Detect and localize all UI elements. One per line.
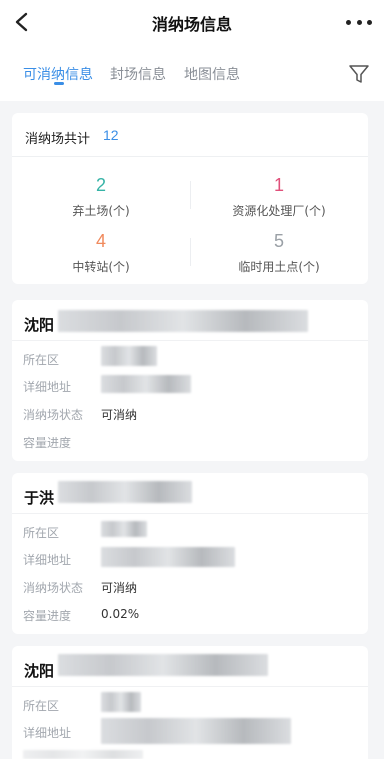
site-card[interactable]: 于洪 所在区 详细地址 消纳场状态 可消纳 容量进度 0.02% [12, 473, 368, 634]
card-divider [12, 513, 368, 514]
redacted-name [58, 481, 192, 503]
tab-map-info[interactable]: 地图信息 [184, 64, 240, 84]
field-label: 详细地址 [23, 553, 72, 567]
active-tab-indicator [54, 82, 64, 85]
field-label: 消纳场状态 [23, 581, 84, 595]
tab-bar: 可消纳信息 封场信息 地图信息 [0, 44, 384, 101]
stat-transfer-station[interactable]: 4 中转站(个) [12, 230, 190, 275]
summary-header: 消纳场共计 12 [12, 113, 368, 157]
redacted-value [101, 521, 147, 537]
stat-label: 中转站(个) [72, 260, 130, 274]
stat-recycling-plant[interactable]: 1 资源化处理厂(个) [190, 174, 368, 219]
page-title: 消纳场信息 [151, 15, 232, 34]
more-options-icon[interactable] [346, 10, 372, 34]
tab-closed-info[interactable]: 封场信息 [110, 64, 166, 84]
field-label: 消纳场状态 [23, 408, 84, 422]
redacted-name [58, 310, 308, 332]
stat-value: 5 [273, 231, 284, 251]
card-divider [12, 340, 368, 341]
filter-icon[interactable] [348, 63, 370, 85]
field-label: 所在区 [23, 353, 60, 367]
stat-label: 临时用土点(个) [238, 260, 320, 274]
stat-value: 4 [95, 231, 106, 251]
nav-bar: 消纳场信息 [0, 0, 384, 44]
summary-label: 消纳场共计 [25, 132, 91, 147]
redacted-value [101, 692, 141, 712]
field-label: 详细地址 [23, 726, 72, 740]
summary-total: 12 [103, 127, 119, 143]
redacted-value [23, 750, 143, 759]
site-name: 沈阳 [24, 662, 55, 680]
site-card[interactable]: 沈阳 所在区 详细地址 消纳场状态 可消纳 容量进度 [12, 300, 368, 461]
site-card[interactable]: 沈阳 所在区 详细地址 [12, 646, 368, 759]
stat-label: 弃土场(个) [72, 204, 130, 218]
tab-available-info[interactable]: 可消纳信息 [23, 64, 93, 84]
stat-value: 1 [273, 175, 284, 195]
redacted-name [58, 654, 268, 676]
field-label: 容量进度 [23, 609, 72, 623]
redacted-value [101, 718, 291, 744]
field-label: 详细地址 [23, 380, 72, 394]
stat-spoil-ground[interactable]: 2 弃土场(个) [12, 174, 190, 219]
summary-card: 消纳场共计 12 2 弃土场(个) 1 资源化处理厂(个) 4 中转站(个) 5… [12, 113, 368, 284]
field-value: 可消纳 [101, 581, 138, 595]
card-divider [12, 686, 368, 687]
field-value: 0.02% [101, 607, 140, 621]
stat-label: 资源化处理厂(个) [232, 204, 326, 218]
field-label: 所在区 [23, 699, 60, 713]
stat-value: 2 [95, 175, 106, 195]
site-name: 沈阳 [24, 316, 55, 334]
field-value: 可消纳 [101, 408, 138, 422]
redacted-value [101, 547, 235, 567]
field-label: 容量进度 [23, 436, 72, 450]
redacted-value [101, 375, 191, 393]
redacted-value [101, 346, 157, 366]
field-label: 所在区 [23, 526, 60, 540]
site-name: 于洪 [24, 489, 55, 507]
stat-temporary-soil-point[interactable]: 5 临时用土点(个) [190, 230, 368, 275]
